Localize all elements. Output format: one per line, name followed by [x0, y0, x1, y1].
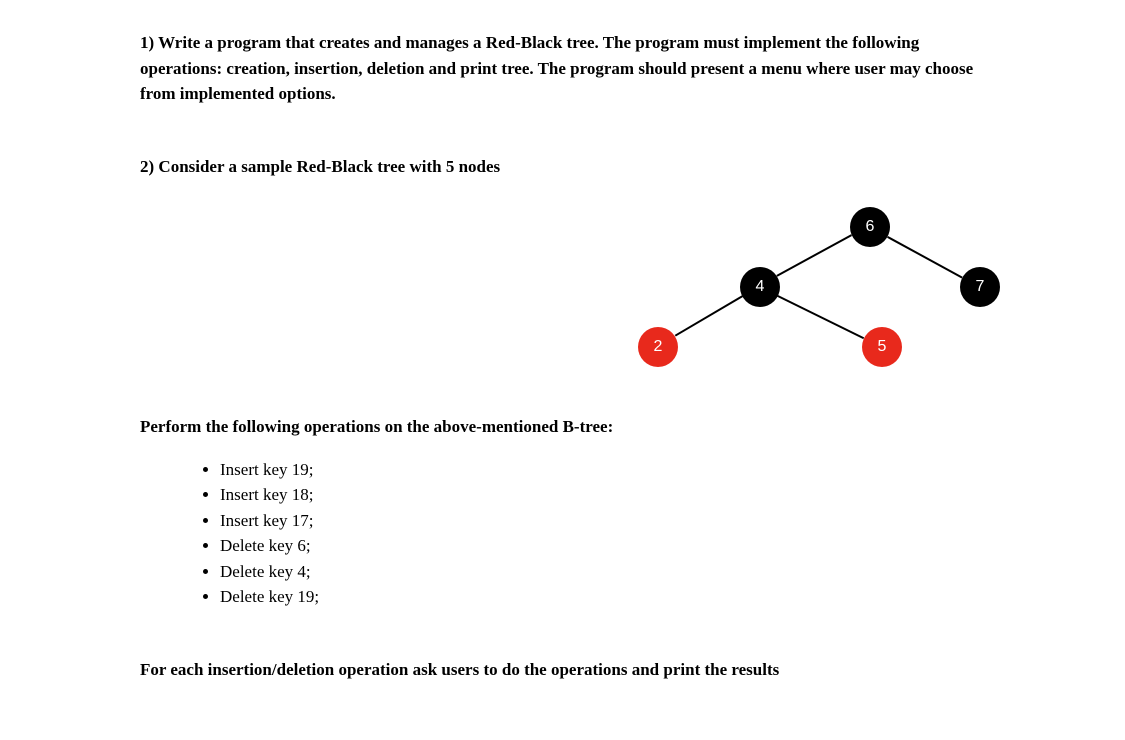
perform-heading: Perform the following operations on the … [140, 417, 985, 437]
final-instruction: For each insertion/deletion operation as… [140, 660, 985, 680]
question-1: 1) Write a program that creates and mana… [140, 30, 985, 107]
operation-item: Delete key 4; [220, 559, 985, 585]
tree-edge [777, 234, 853, 277]
operation-item: Delete key 19; [220, 584, 985, 610]
operations-list: Insert key 19;Insert key 18;Insert key 1… [140, 457, 985, 610]
tree-node-4: 4 [740, 267, 780, 307]
tree-node-2: 2 [638, 327, 678, 367]
tree-edge [674, 295, 743, 336]
tree-edge [777, 295, 864, 339]
question-2-heading: 2) Consider a sample Red-Black tree with… [140, 157, 985, 177]
tree-node-5: 5 [862, 327, 902, 367]
operation-item: Insert key 17; [220, 508, 985, 534]
tree-node-6: 6 [850, 207, 890, 247]
tree-edge [887, 236, 963, 279]
operation-item: Insert key 18; [220, 482, 985, 508]
document-content: 1) Write a program that creates and mana… [0, 0, 1125, 710]
rb-tree-diagram: 64725 [140, 197, 985, 397]
operation-item: Insert key 19; [220, 457, 985, 483]
operation-item: Delete key 6; [220, 533, 985, 559]
tree-node-7: 7 [960, 267, 1000, 307]
